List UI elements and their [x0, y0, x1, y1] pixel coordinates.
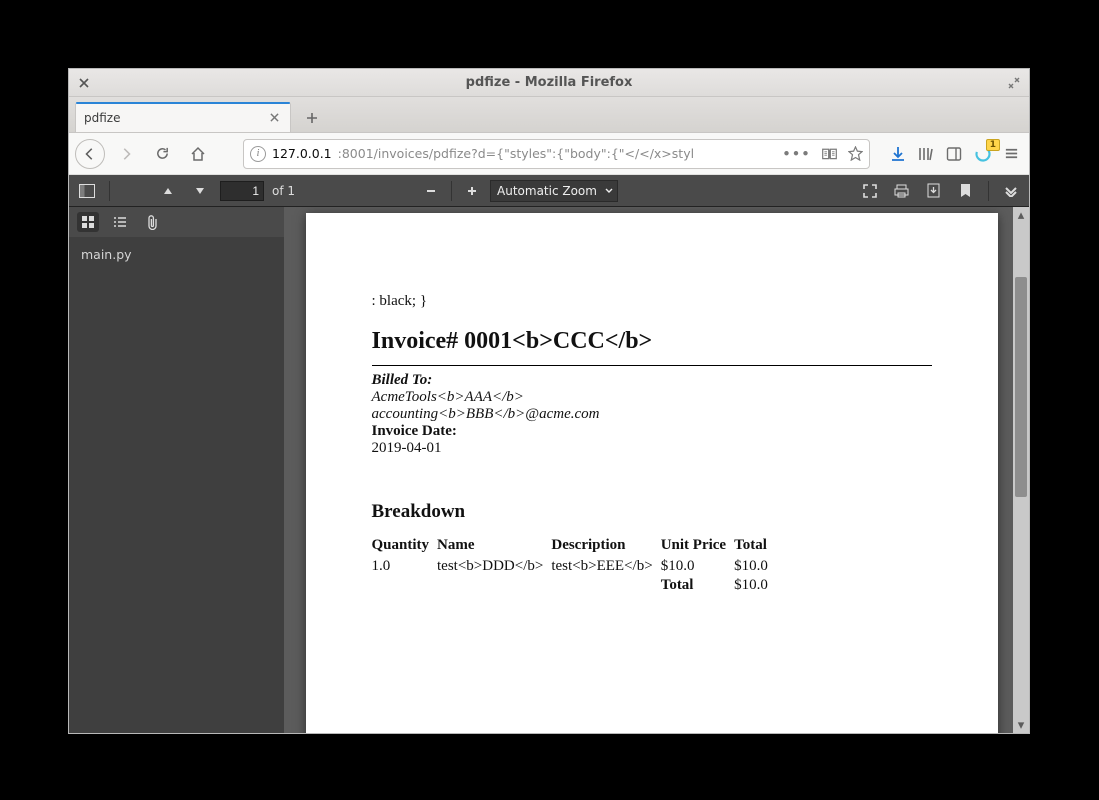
table-row: 1.0 test<b>DDD</b> test<b>EEE</b> $10.0 … [372, 558, 776, 577]
vertical-scrollbar[interactable]: ▴ ▾ [1013, 207, 1029, 733]
chevron-down-icon [605, 187, 613, 195]
col-total: Total [734, 537, 776, 558]
cell-unit: $10.0 [661, 558, 734, 577]
sidebar-icon[interactable] [946, 146, 962, 162]
col-quantity: Quantity [372, 537, 438, 558]
outline-view-button[interactable] [109, 212, 131, 232]
address-bar[interactable]: i 127.0.0.1 :8001/invoices/pdfize?d={"sty… [243, 139, 870, 169]
next-page-button[interactable] [188, 179, 212, 203]
reader-mode-icon[interactable] [821, 146, 838, 161]
scroll-down-arrow[interactable]: ▾ [1013, 717, 1029, 733]
tab-title: pdfize [84, 111, 258, 125]
window-maximize-button[interactable] [1003, 73, 1025, 93]
table-header-row: Quantity Name Description Unit Price Tot… [372, 537, 776, 558]
prev-page-button[interactable] [156, 179, 180, 203]
invoice-title: Invoice# 0001<b>CCC</b> [372, 328, 932, 355]
table-footer-row: Total $10.0 [372, 577, 776, 596]
cell-desc: test<b>EEE</b> [551, 558, 660, 577]
downloads-icon[interactable] [890, 146, 906, 162]
back-button[interactable] [75, 139, 105, 169]
company-email: accounting<b>BBB</b>@acme.com [372, 406, 932, 423]
breakdown-table: Quantity Name Description Unit Price Tot… [372, 537, 776, 596]
tab-close-button[interactable] [266, 110, 282, 126]
footer-total-label: Total [661, 577, 734, 596]
url-host: 127.0.0.1 [272, 146, 332, 161]
toggle-sidebar-button[interactable] [75, 179, 99, 203]
pdf-page: : black; } Invoice# 0001<b>CCC</b> Bille… [306, 213, 998, 733]
bookmark-star-icon[interactable] [848, 146, 863, 161]
url-path: :8001/invoices/pdfize?d={"styles":{"body… [338, 146, 694, 161]
home-button[interactable] [183, 139, 213, 169]
notification-badge: 1 [986, 139, 1000, 151]
col-name: Name [437, 537, 551, 558]
library-icon[interactable] [918, 146, 934, 162]
company-name: AcmeTools<b>AAA</b> [372, 389, 932, 406]
hamburger-menu-icon[interactable] [1004, 146, 1019, 161]
window-titlebar: pdfize - Mozilla Firefox [69, 69, 1029, 97]
zoom-select-label: Automatic Zoom [497, 184, 597, 198]
pdf-viewer: main.py : black; } Invoice# 0001<b>CCC</… [69, 207, 1029, 733]
pocket-icon[interactable]: 1 [974, 145, 992, 163]
col-unit-price: Unit Price [661, 537, 734, 558]
zoom-in-button[interactable] [460, 179, 484, 203]
window-title: pdfize - Mozilla Firefox [69, 75, 1029, 90]
browser-tab[interactable]: pdfize [75, 102, 291, 132]
pdf-sidebar: main.py [69, 207, 284, 733]
page-actions-icon[interactable]: ••• [783, 146, 811, 161]
invoice-title-rest: # 0001<b>CCC</b> [446, 328, 652, 354]
tab-strip: pdfize [69, 97, 1029, 133]
site-info-icon[interactable]: i [250, 146, 266, 162]
window-close-button[interactable] [73, 73, 95, 93]
scroll-thumb[interactable] [1015, 277, 1027, 497]
print-button[interactable] [890, 179, 914, 203]
pdf-toolbar: of 1 Automatic Zoom [69, 175, 1029, 207]
tools-menu-button[interactable] [999, 179, 1023, 203]
pdf-page-area[interactable]: : black; } Invoice# 0001<b>CCC</b> Bille… [284, 207, 1029, 733]
cell-total: $10.0 [734, 558, 776, 577]
cell-name: test<b>DDD</b> [437, 558, 551, 577]
page-number-input[interactable] [220, 181, 264, 201]
col-description: Description [551, 537, 660, 558]
reload-button[interactable] [147, 139, 177, 169]
invoice-date-label: Invoice Date: [372, 423, 932, 440]
billed-to-label: Billed To: [372, 372, 932, 389]
download-pdf-button[interactable] [922, 179, 946, 203]
thumbnails-view-button[interactable] [77, 212, 99, 232]
invoice-title-prefix: Invoice [372, 328, 447, 354]
cell-qty: 1.0 [372, 558, 438, 577]
bookmark-button[interactable] [954, 179, 978, 203]
css-leak-text: : black; } [372, 293, 932, 310]
breakdown-heading: Breakdown [372, 501, 932, 523]
browser-window: pdfize - Mozilla Firefox pdfize [68, 68, 1030, 734]
footer-total-value: $10.0 [734, 577, 776, 596]
presentation-mode-button[interactable] [858, 179, 882, 203]
page-count-label: of 1 [272, 184, 295, 198]
scroll-up-arrow[interactable]: ▴ [1013, 207, 1029, 223]
sidebar-file-item[interactable]: main.py [81, 247, 132, 262]
zoom-out-button[interactable] [419, 179, 443, 203]
attachments-view-button[interactable] [141, 212, 163, 232]
forward-button [111, 139, 141, 169]
divider [372, 365, 932, 366]
navigation-toolbar: i 127.0.0.1 :8001/invoices/pdfize?d={"sty… [69, 133, 1029, 175]
invoice-date: 2019-04-01 [372, 440, 932, 457]
zoom-select[interactable]: Automatic Zoom [490, 180, 618, 202]
new-tab-button[interactable] [297, 104, 327, 132]
